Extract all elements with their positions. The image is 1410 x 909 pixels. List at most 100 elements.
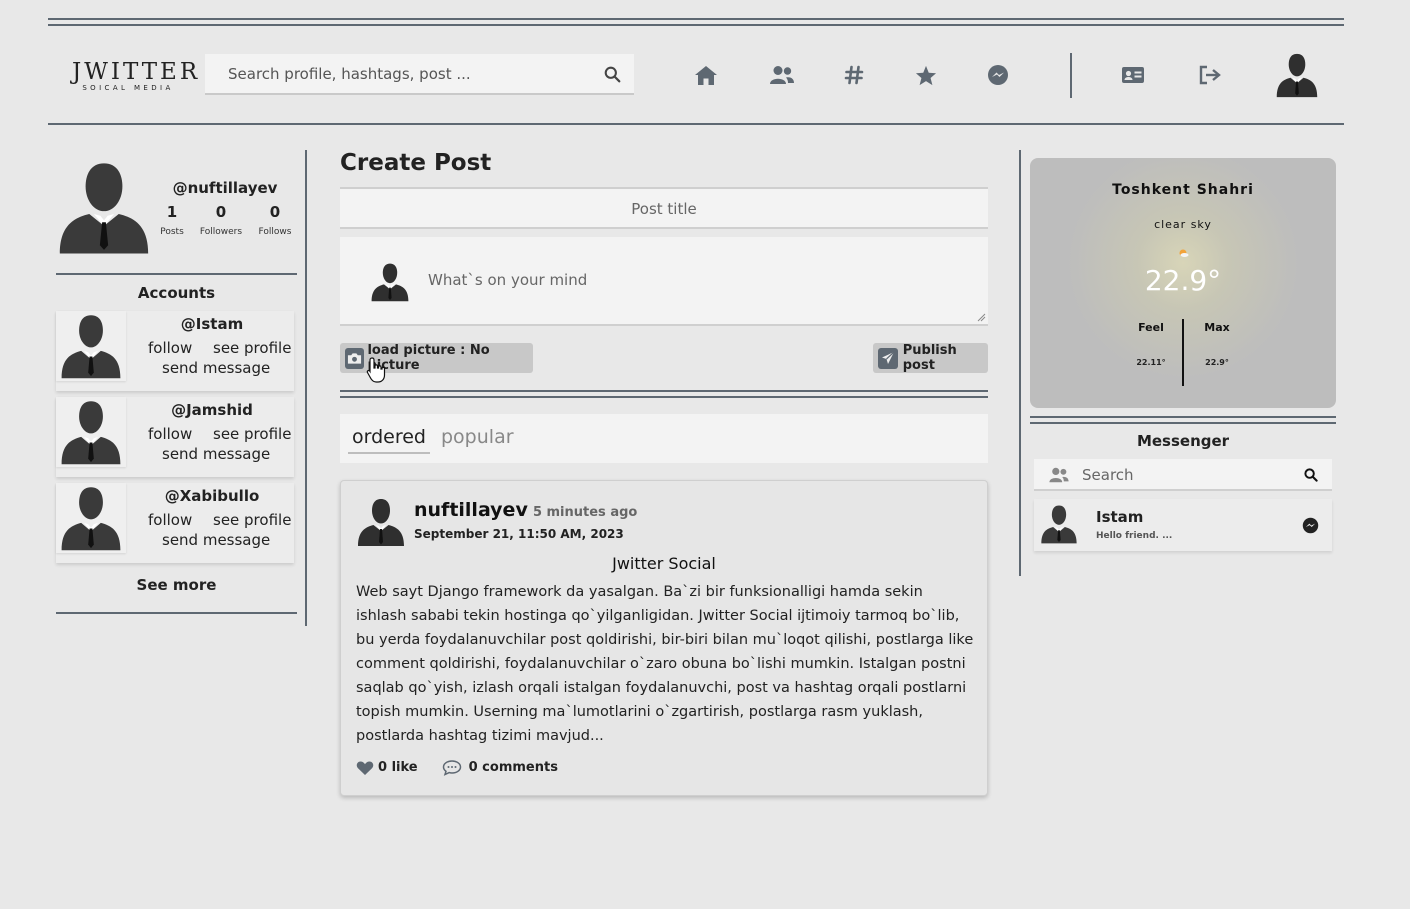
star-icon[interactable] <box>913 62 939 88</box>
messenger-icon[interactable] <box>985 62 1011 88</box>
profile-avatar[interactable] <box>58 160 150 259</box>
see-profile-link[interactable]: see profile <box>213 425 291 443</box>
hashtag-icon[interactable] <box>841 62 867 88</box>
resize-handle-icon[interactable] <box>976 312 986 322</box>
create-post-divider <box>340 390 988 392</box>
post-author-name[interactable]: nuftillayev <box>414 499 528 521</box>
account-avatar[interactable] <box>56 483 126 553</box>
post-body-placeholder: What`s on your mind <box>428 271 588 289</box>
stat-posts-value: 1 <box>166 203 178 221</box>
stat-posts[interactable]: 1 Posts <box>147 203 197 237</box>
search-bar[interactable]: Search profile, hashtags, post ... <box>205 54 634 95</box>
stat-follows-value: 0 <box>269 203 281 221</box>
account-handle[interactable]: @Istam <box>136 315 288 333</box>
header-bottom-divider <box>48 123 1344 125</box>
upload-picture-label: load picture : No picture <box>367 343 490 373</box>
post-date: September 21, 11:50 AM, 2023 <box>414 527 624 541</box>
logout-icon[interactable] <box>1197 62 1223 88</box>
profile-handle[interactable]: @nuftillayev <box>160 179 290 197</box>
accounts-title: Accounts <box>137 284 216 302</box>
avatar[interactable] <box>1274 52 1320 98</box>
comment-icon[interactable] <box>442 759 462 776</box>
follow-link[interactable]: follow <box>148 339 192 357</box>
chat-list-item[interactable]: Istam Hello friend. ... <box>1034 499 1332 551</box>
like-count[interactable]: 0 like <box>378 760 418 775</box>
post-card: nuftillayev 5 minutes ago September 21, … <box>340 480 988 796</box>
heart-icon[interactable] <box>356 760 374 776</box>
weather-city: Toshkent Shahri <box>1112 182 1254 198</box>
messenger-icon[interactable] <box>1302 517 1319 534</box>
stat-follows-label: Follows <box>258 227 292 237</box>
weather-divider <box>1182 319 1184 386</box>
list-item: @Istam follow see profile send message <box>56 311 294 391</box>
see-more-link[interactable]: See more <box>56 576 297 594</box>
weather-widget: Toshkent Shahri clear sky 22.9° Feel 22.… <box>1030 158 1336 408</box>
id-card-icon[interactable] <box>1120 62 1146 88</box>
messenger-search-bar[interactable]: Search <box>1034 459 1332 491</box>
stat-followers-label: Followers <box>199 227 243 237</box>
tab-popular[interactable]: popular <box>441 426 514 448</box>
search-icon[interactable] <box>1304 468 1318 482</box>
chat-name: Istam <box>1096 508 1144 526</box>
post-title-field[interactable]: Post title <box>340 187 988 229</box>
accounts-bottom-divider <box>56 612 297 614</box>
post-title-placeholder: Post title <box>631 200 697 218</box>
stat-follows[interactable]: 0 Follows <box>250 203 300 237</box>
stat-posts-label: Posts <box>160 227 184 237</box>
weather-temp: 22.9° <box>1144 264 1222 297</box>
see-profile-link[interactable]: see profile <box>213 339 291 357</box>
post-body-textarea[interactable]: What`s on your mind <box>340 237 988 326</box>
comment-count[interactable]: 0 comments <box>469 760 558 775</box>
left-column-divider <box>305 150 307 626</box>
right-column-divider <box>1019 150 1021 576</box>
list-item: @Xabibullo follow see profile send messa… <box>56 483 294 563</box>
post-time-ago: 5 minutes ago <box>532 505 638 520</box>
sun-icon <box>1179 249 1189 257</box>
page-title: Create Post <box>340 150 492 176</box>
weather-feel-label: Feel <box>1138 321 1164 334</box>
weather-max-label: Max <box>1204 321 1230 334</box>
stat-followers[interactable]: 0 Followers <box>196 203 246 237</box>
composer-avatar <box>370 262 410 306</box>
home-icon[interactable] <box>693 62 719 88</box>
search-input[interactable]: Search profile, hashtags, post ... <box>228 65 471 83</box>
messenger-divider <box>1030 416 1336 418</box>
messenger-search-input[interactable]: Search <box>1082 466 1134 484</box>
feed-tabs: ordered popular <box>340 414 988 463</box>
chat-preview: Hello friend. ... <box>1096 531 1173 541</box>
logo[interactable]: JWITTER SOICAL MEDIA <box>72 59 201 93</box>
send-message-link[interactable]: send message <box>162 445 270 463</box>
post-body: Web sayt Django framework da yasalgan. B… <box>356 584 974 744</box>
search-icon[interactable] <box>604 66 621 83</box>
users-icon[interactable] <box>769 62 795 88</box>
weather-feel-value: 22.11° <box>1136 358 1166 367</box>
users-icon <box>1049 467 1069 483</box>
top-divider <box>48 18 1344 20</box>
account-avatar[interactable] <box>56 311 126 381</box>
weather-max-value: 22.9° <box>1205 358 1229 367</box>
logo-title: JWITTER <box>72 59 201 85</box>
send-icon <box>878 347 898 369</box>
profile-divider <box>56 273 297 275</box>
publish-post-button[interactable]: Publish post <box>873 343 988 373</box>
account-avatar[interactable] <box>56 397 126 467</box>
see-profile-link[interactable]: see profile <box>213 511 291 529</box>
send-message-link[interactable]: send message <box>162 531 270 549</box>
weather-condition: clear sky <box>1154 218 1212 231</box>
list-item: @Jamshid follow see profile send message <box>56 397 294 477</box>
messenger-divider-2 <box>1030 422 1336 424</box>
tab-ordered[interactable]: ordered <box>348 426 430 454</box>
messenger-title: Messenger <box>1136 432 1230 450</box>
post-author-avatar[interactable] <box>356 497 406 551</box>
account-handle[interactable]: @Xabibullo <box>136 487 288 505</box>
account-handle[interactable]: @Jamshid <box>136 401 288 419</box>
send-message-link[interactable]: send message <box>162 359 270 377</box>
follow-link[interactable]: follow <box>148 511 192 529</box>
nav-separator <box>1070 53 1072 98</box>
create-post-divider-2 <box>340 396 988 398</box>
follow-link[interactable]: follow <box>148 425 192 443</box>
logo-subtitle: SOICAL MEDIA <box>82 84 174 92</box>
camera-icon <box>345 347 365 369</box>
chat-avatar <box>1038 503 1080 549</box>
cursor-hand-icon <box>366 357 386 383</box>
